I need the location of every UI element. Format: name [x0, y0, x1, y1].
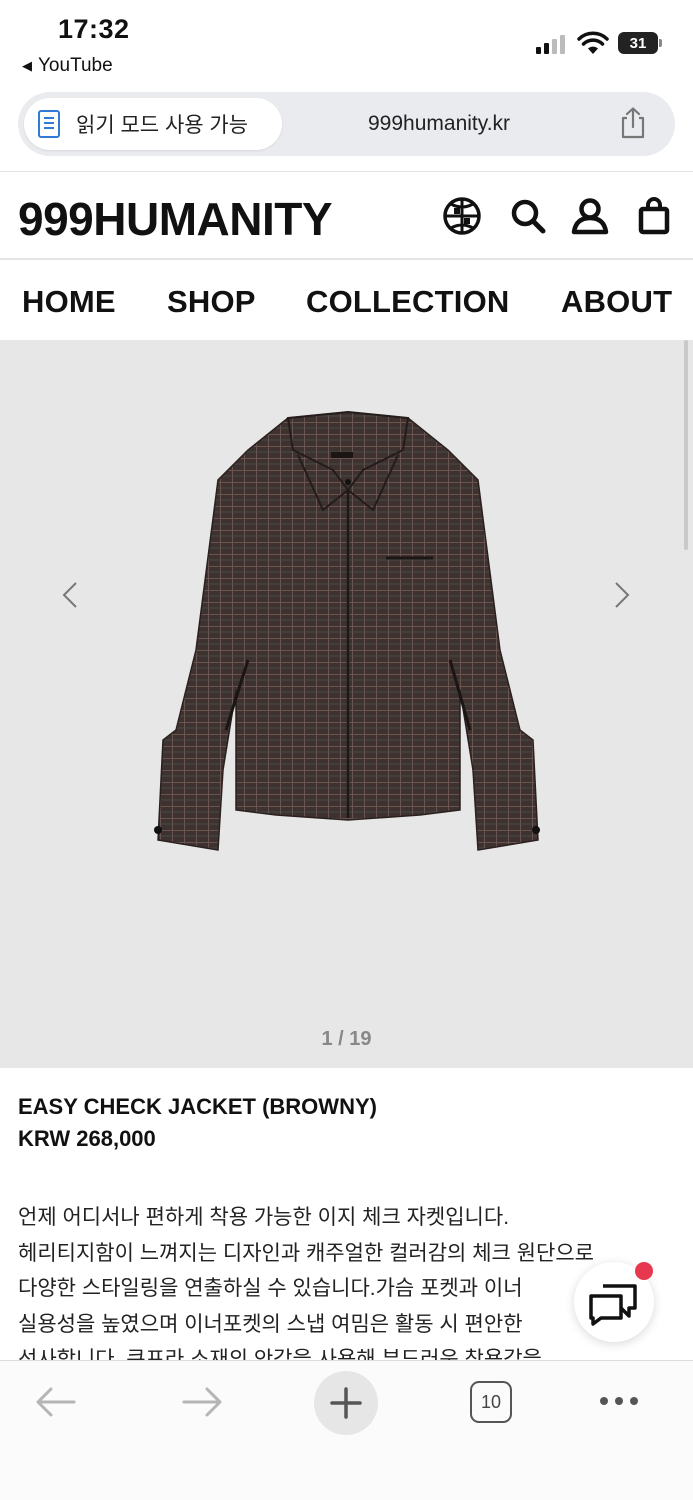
- next-image-arrow-icon[interactable]: [606, 580, 636, 610]
- product-price: KRW 268,000: [18, 1126, 156, 1151]
- shopping-bag-icon[interactable]: [634, 196, 674, 236]
- nav-collection[interactable]: COLLECTION: [306, 284, 510, 320]
- url-domain[interactable]: 999humanity.kr: [368, 112, 510, 136]
- share-icon[interactable]: [618, 106, 648, 140]
- nav-about[interactable]: ABOUT: [561, 284, 672, 320]
- tabs-button[interactable]: 10: [470, 1381, 512, 1423]
- battery-level: 31: [629, 34, 647, 52]
- search-icon[interactable]: [508, 196, 548, 236]
- product-name: EASY CHECK JACKET (BROWNY): [18, 1094, 377, 1119]
- description-line: 선사합니다. 큐프라 소재의 안감을 사용해 부드러운 착용감을: [18, 1348, 542, 1360]
- more-menu-icon[interactable]: [600, 1389, 644, 1413]
- site-logo[interactable]: 999HUMANITY: [18, 192, 333, 246]
- back-arrow-icon[interactable]: [34, 1385, 78, 1419]
- site-header: 999HUMANITY: [0, 172, 693, 260]
- product-image-jacket: [154, 410, 540, 851]
- new-tab-button[interactable]: [314, 1371, 378, 1435]
- clock: 17:32: [58, 14, 130, 44]
- back-to-app-link[interactable]: ◀ YouTube: [22, 55, 113, 77]
- wifi-icon: [577, 31, 609, 54]
- browser-address-area: 읽기 모드 사용 가능 999humanity.kr: [0, 88, 693, 172]
- chat-notification-dot: [635, 1262, 653, 1280]
- nav-home[interactable]: HOME: [22, 284, 116, 320]
- product-gallery[interactable]: 1 / 19: [0, 340, 693, 1068]
- gallery-pager: 1 / 19: [321, 1028, 372, 1050]
- description-line: 헤리티지함이 느껴지는 디자인과 캐주얼한 컬러감의 체크 원단으로: [18, 1241, 594, 1265]
- cellular-signal-icon: [536, 34, 568, 54]
- nav-shop[interactable]: SHOP: [167, 284, 256, 320]
- status-bar: 17:32 ◀ YouTube 31: [0, 0, 693, 88]
- globe-language-icon[interactable]: [442, 196, 482, 236]
- back-app-label: YouTube: [38, 55, 113, 76]
- browser-toolbar: 10: [0, 1360, 693, 1500]
- plus-icon: [330, 1387, 362, 1419]
- description-line: 언제 어디서나 편하게 착용 가능한 이지 체크 자켓입니다.: [18, 1206, 510, 1229]
- main-nav: HOME SHOP COLLECTION ABOUT: [0, 260, 693, 340]
- reader-mode-label: 읽기 모드 사용 가능: [76, 114, 249, 137]
- reader-mode-icon: [38, 110, 60, 138]
- address-bar[interactable]: 읽기 모드 사용 가능 999humanity.kr: [18, 92, 675, 156]
- forward-arrow-icon[interactable]: [180, 1385, 224, 1419]
- account-icon[interactable]: [570, 196, 610, 236]
- chat-bubbles-icon: [589, 1284, 637, 1326]
- back-triangle-icon: ◀: [22, 58, 32, 73]
- page-scrollbar[interactable]: [684, 340, 688, 550]
- previous-image-arrow-icon[interactable]: [56, 580, 86, 610]
- reader-mode-button[interactable]: 읽기 모드 사용 가능: [24, 98, 282, 150]
- battery-icon: 31: [618, 32, 662, 54]
- tab-count: 10: [480, 1391, 502, 1412]
